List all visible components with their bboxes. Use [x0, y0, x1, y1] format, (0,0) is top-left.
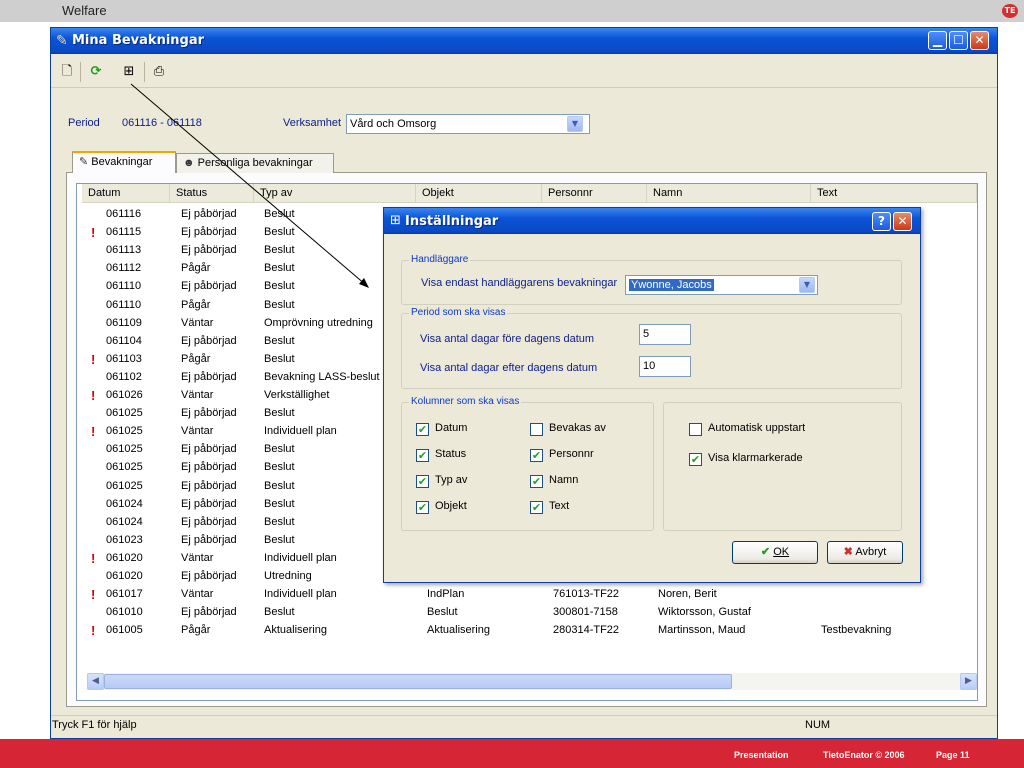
- before-days-label: Visa antal dagar före dagens datum: [420, 333, 595, 345]
- group-label: Handläggare: [409, 254, 471, 265]
- handlaggare-label: Visa endast handläggarens bevakningar: [421, 277, 618, 289]
- checkbox[interactable]: ✔: [416, 475, 429, 488]
- after-days-input[interactable]: 10: [639, 356, 691, 377]
- checkbox-label: Objekt: [435, 500, 467, 512]
- cancel-x-icon: ✖: [843, 546, 853, 558]
- checkbox[interactable]: ✔: [530, 501, 543, 514]
- checkbox-label: Status: [435, 448, 467, 460]
- checkbox-label: Text: [549, 500, 570, 512]
- dialog-close-button[interactable]: ✕: [893, 212, 912, 231]
- checkbox-label: Automatisk uppstart: [708, 422, 806, 434]
- checkbox[interactable]: [689, 423, 702, 436]
- checkbox-label: Typ av: [435, 474, 468, 486]
- help-button[interactable]: ?: [872, 212, 891, 231]
- after-days-label: Visa antal dagar efter dagens datum: [420, 362, 598, 374]
- checkbox[interactable]: ✔: [416, 449, 429, 462]
- handlaggare-value: Ywonne, Jacobs: [629, 279, 714, 291]
- footer-page: Page 11: [936, 750, 970, 760]
- footer-copyright: TietoEnator © 2006: [823, 750, 905, 760]
- cancel-label: Avbryt: [855, 546, 887, 558]
- cancel-button[interactable]: ✖ Avbryt: [827, 541, 903, 564]
- dialog-title: Inställningar: [405, 214, 499, 229]
- checkbox-label: Visa klarmarkerade: [708, 452, 803, 464]
- checkbox[interactable]: ✔: [416, 423, 429, 436]
- before-days-input[interactable]: 5: [639, 324, 691, 345]
- checkbox[interactable]: ✔: [530, 475, 543, 488]
- checkbox-label: Bevakas av: [549, 422, 606, 434]
- group-label: Kolumner som ska visas: [409, 396, 522, 407]
- checkbox-label: Datum: [435, 422, 468, 434]
- ok-label: OK: [773, 546, 790, 558]
- checkbox-label: Namn: [549, 474, 579, 486]
- settings-icon: ⊞: [390, 213, 401, 228]
- checkbox[interactable]: ✔: [416, 501, 429, 514]
- checkbox[interactable]: ✔: [530, 449, 543, 462]
- footer-presentation: Presentation: [734, 750, 789, 760]
- ok-button[interactable]: ✔ OK: [732, 541, 818, 564]
- checkbox[interactable]: [530, 423, 543, 436]
- group-label: Period som ska visas: [409, 307, 508, 318]
- check-icon: ✔: [760, 546, 771, 558]
- checkbox-label: Personnr: [549, 448, 594, 460]
- chevron-down-icon[interactable]: ▼: [799, 277, 815, 293]
- handlaggare-select[interactable]: Ywonne, Jacobs: [625, 275, 818, 295]
- checkbox[interactable]: ✔: [689, 453, 702, 466]
